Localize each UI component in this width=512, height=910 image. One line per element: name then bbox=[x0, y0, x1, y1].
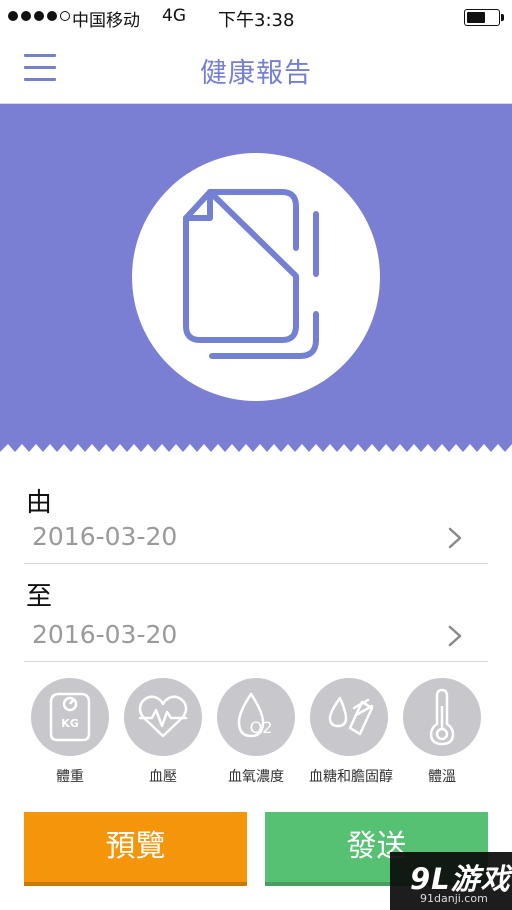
category-blood-pressure[interactable]: 血壓 bbox=[123, 678, 203, 786]
from-date-picker[interactable]: 2016-03-20 bbox=[24, 514, 488, 564]
status-time: 下午3:38 bbox=[218, 10, 295, 31]
category-label-weight: 體重 bbox=[56, 769, 84, 785]
metric-category-list: KG 體重 血壓 O2 血氧濃度 血糖和膽固醇 體溫 bbox=[0, 678, 512, 788]
category-weight[interactable]: KG 體重 bbox=[30, 678, 110, 786]
chevron-right-icon bbox=[448, 527, 462, 549]
site-watermark: 9L游戏 91danji.com bbox=[390, 852, 512, 910]
carrier-name: 中国移动 bbox=[72, 11, 140, 31]
battery-tip bbox=[501, 14, 504, 21]
page-title: 健康報告 bbox=[200, 58, 312, 89]
to-date-picker[interactable]: 2016-03-20 bbox=[24, 612, 488, 662]
signal-strength-icon bbox=[8, 11, 70, 21]
category-blood-sugar-cholesterol[interactable]: 血糖和膽固醇 bbox=[309, 678, 393, 786]
blood-sugar-icon bbox=[310, 678, 388, 756]
hero-banner bbox=[0, 104, 512, 460]
from-date-value: 2016-03-20 bbox=[32, 522, 178, 551]
navigation-bar: 健康報告 bbox=[0, 34, 512, 104]
oxygen-drop-icon: O2 bbox=[217, 678, 295, 756]
weight-scale-icon: KG bbox=[31, 678, 109, 756]
category-label-blood-oxygen: 血氧濃度 bbox=[228, 769, 284, 785]
svg-text:KG: KG bbox=[61, 717, 79, 730]
network-type: 4G bbox=[162, 6, 186, 26]
category-label-blood-pressure: 血壓 bbox=[149, 769, 177, 785]
heart-pulse-icon bbox=[124, 678, 202, 756]
category-temperature[interactable]: 體溫 bbox=[402, 678, 482, 786]
to-date-value: 2016-03-20 bbox=[32, 620, 178, 649]
svg-text:O2: O2 bbox=[250, 718, 273, 737]
thermometer-icon bbox=[403, 678, 481, 756]
preview-button[interactable]: 預覽 bbox=[24, 812, 247, 886]
category-blood-oxygen[interactable]: O2 血氧濃度 bbox=[216, 678, 296, 786]
to-label: 至 bbox=[26, 582, 53, 612]
chevron-right-icon bbox=[448, 625, 462, 647]
status-bar: 中国移动 4G 下午3:38 bbox=[0, 0, 512, 34]
category-label-blood-sugar-cholesterol: 血糖和膽固醇 bbox=[309, 769, 393, 785]
category-label-temperature: 體溫 bbox=[428, 769, 456, 785]
watermark-url: 91danji.com bbox=[420, 892, 488, 905]
battery-icon bbox=[464, 9, 500, 26]
